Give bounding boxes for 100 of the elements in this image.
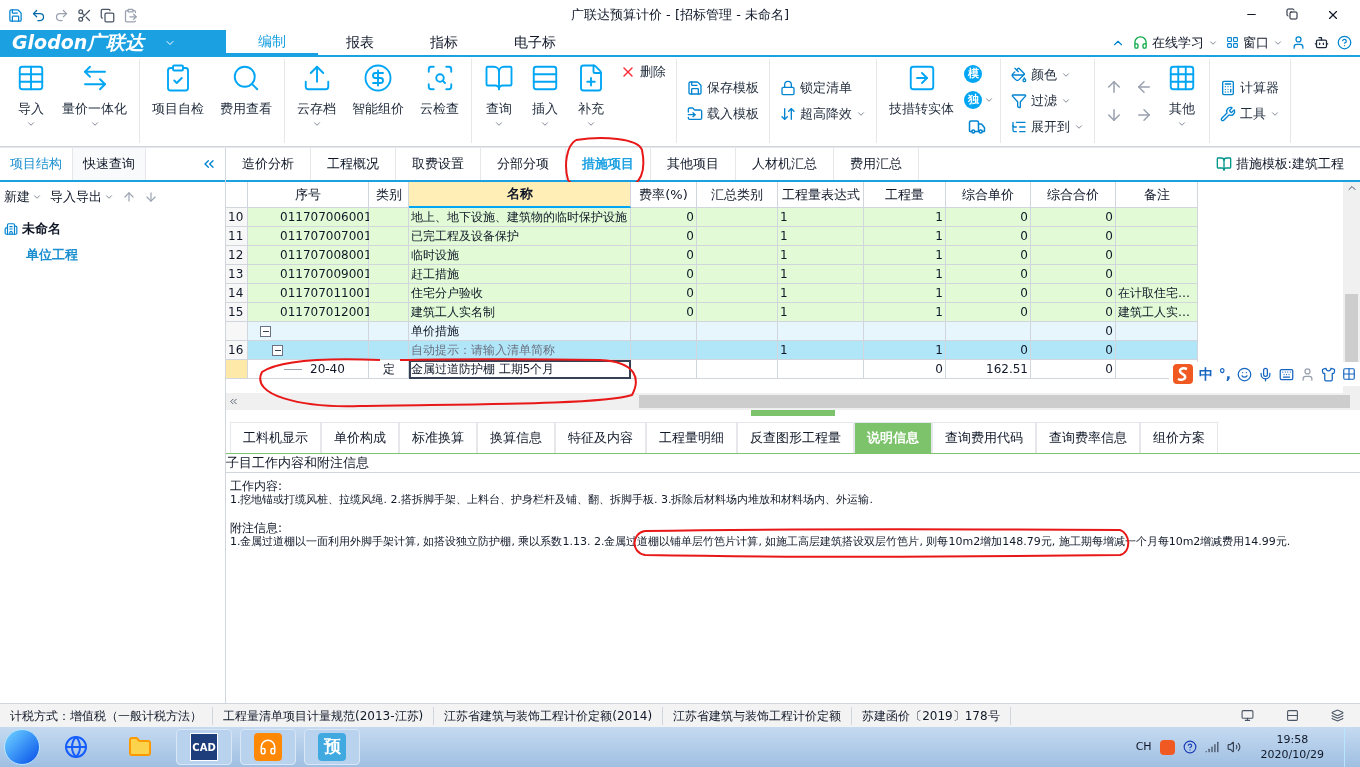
robot-icon[interactable] [1314, 35, 1329, 50]
ribbon-button[interactable]: 费用查看 [214, 59, 278, 143]
shirt-icon[interactable] [1321, 366, 1336, 382]
view-tab[interactable]: 其他项目 [651, 148, 736, 180]
view-tab[interactable]: 工程概况 [311, 148, 396, 180]
ribbon-button[interactable]: 展开到 [1007, 114, 1088, 140]
user-icon[interactable] [1291, 35, 1306, 50]
detail-tab[interactable]: 工料机显示 [230, 422, 321, 453]
column-header[interactable]: 综合单价 [946, 182, 1031, 208]
tree-item[interactable]: 未命名 [0, 216, 65, 242]
paste-icon[interactable] [123, 7, 138, 23]
user-icon[interactable] [1300, 366, 1315, 382]
ribbon-button[interactable]: 载入模板 [683, 101, 763, 127]
ribbon-button[interactable]: 技措转实体 [883, 59, 960, 143]
microphone-icon[interactable] [1258, 366, 1273, 382]
cut-icon[interactable] [77, 7, 92, 23]
column-header[interactable]: 工程量 [864, 182, 946, 208]
undo-icon[interactable] [31, 7, 46, 23]
view-tab[interactable]: 取费设置 [396, 148, 481, 180]
table-cell[interactable]: 临时设施 [409, 246, 631, 265]
ribbon-button[interactable]: 颜色 [1007, 62, 1088, 88]
move-down-icon[interactable] [144, 190, 158, 204]
smile-icon[interactable] [1237, 366, 1252, 382]
column-header[interactable]: 类别 [369, 182, 409, 208]
view-icon[interactable] [1241, 709, 1254, 722]
ribbon-button[interactable]: 补充 [570, 59, 612, 143]
view-tab[interactable]: 费用汇总 [834, 148, 919, 180]
column-header[interactable]: 备注 [1116, 182, 1198, 208]
ribbon-button[interactable]: 其他 [1161, 59, 1203, 143]
column-header[interactable]: 费率(%) [631, 182, 697, 208]
column-header[interactable]: 序号 [248, 182, 369, 208]
help-icon[interactable] [1337, 35, 1352, 50]
ribbon-button[interactable]: 查询 [478, 59, 520, 143]
ribbon-button[interactable]: 量价一体化 [56, 59, 133, 143]
column-header[interactable]: 综合合价 [1031, 182, 1116, 208]
ribbon-button[interactable]: 工具 [1216, 101, 1284, 127]
ime-tray-icon[interactable] [1159, 739, 1175, 755]
column-header[interactable]: 汇总类别 [697, 182, 778, 208]
column-header[interactable]: 名称 [409, 182, 631, 208]
ribbon-button[interactable]: 云存档 [291, 59, 342, 143]
menu-tab[interactable]: 报表 [318, 30, 402, 55]
column-header[interactable]: 工程量表达式 [778, 182, 864, 208]
start-button[interactable] [4, 729, 40, 765]
ime-mode[interactable]: °, [1218, 363, 1231, 385]
detail-tab[interactable]: 组价方案 [1140, 422, 1218, 453]
collapse-toggle-icon[interactable] [272, 344, 283, 356]
grid-icon[interactable] [1342, 367, 1356, 381]
splitter-handle[interactable] [751, 410, 835, 416]
close-icon[interactable] [1326, 8, 1340, 22]
detail-tab[interactable]: 查询费用代码 [932, 422, 1036, 453]
stack-icon[interactable] [1331, 709, 1344, 722]
tree-item[interactable]: 单位工程 [0, 242, 78, 268]
move-up-icon[interactable] [122, 190, 136, 204]
ribbon-button[interactable]: 锁定清单 [776, 75, 870, 101]
toolbar-button[interactable]: 导入导出 [50, 187, 114, 207]
view-tab[interactable]: 人材机汇总 [736, 148, 834, 180]
table-cell[interactable]: 建筑工人实名制 [409, 303, 631, 322]
table-cell[interactable]: 住宅分户验收 [409, 284, 631, 303]
collapse-toggle-icon[interactable] [260, 325, 271, 337]
horizontal-scrollbar[interactable] [226, 393, 1360, 410]
ribbon-button[interactable]: 智能组价 [346, 59, 410, 143]
ribbon-button[interactable]: 保存模板 [683, 75, 763, 101]
menu-tab[interactable]: 电子标 [486, 30, 584, 55]
panel-tab[interactable]: 快速查询 [73, 148, 146, 180]
online-learning-button[interactable]: 在线学习 [1133, 32, 1218, 53]
detail-tab[interactable]: 标准换算 [399, 422, 477, 453]
detail-tab[interactable]: 单价构成 [321, 422, 399, 453]
table-cell[interactable]: 自动提示：请输入清单简称 [409, 341, 631, 360]
ime-mode[interactable]: 中 [1198, 363, 1213, 385]
keyboard-icon[interactable] [1279, 366, 1294, 382]
ribbon-button[interactable]: 删除 [616, 59, 670, 85]
scroll-thumb[interactable] [1345, 294, 1358, 364]
taskbar-app[interactable] [240, 729, 296, 765]
ribbon-button[interactable]: 导入 [10, 59, 52, 143]
help-icon[interactable] [1182, 740, 1197, 754]
ribbon-button[interactable]: 插入 [524, 59, 566, 143]
restore-icon[interactable] [1286, 8, 1298, 20]
ribbon-button[interactable]: 过滤 [1007, 88, 1088, 114]
layout-icon[interactable] [1286, 709, 1299, 722]
table-cell[interactable]: 赶工措施 [409, 265, 631, 284]
menu-tab[interactable]: 指标 [402, 30, 486, 55]
scroll-left-icon[interactable] [228, 396, 239, 407]
save-icon[interactable] [8, 7, 23, 23]
detail-tab[interactable]: 反查图形工程量 [737, 422, 854, 453]
view-tab[interactable]: 造价分析 [226, 148, 311, 180]
detail-tab[interactable]: 工程量明细 [646, 422, 737, 453]
table-cell[interactable]: 地上、地下设施、建筑物的临时保护设施 [409, 208, 631, 227]
view-tab[interactable]: 分部分项 [481, 148, 566, 180]
corner-header-cell[interactable] [226, 182, 248, 208]
ribbon-button[interactable]: 项目自检 [146, 59, 210, 143]
copy-icon[interactable] [100, 7, 115, 23]
detail-tab[interactable]: 换算信息 [477, 422, 555, 453]
detail-tab[interactable]: 查询费率信息 [1036, 422, 1140, 453]
detail-tab[interactable]: 特征及内容 [555, 422, 646, 453]
ribbon-button[interactable]: 超高降效 [776, 101, 870, 127]
window-menu-button[interactable]: 窗口 [1226, 32, 1283, 53]
volume-icon[interactable] [1226, 740, 1241, 754]
network-icon[interactable] [1204, 740, 1219, 754]
table-cell[interactable]: 金属过道防护棚 工期5个月 [409, 360, 631, 379]
redo-icon[interactable] [54, 7, 69, 23]
